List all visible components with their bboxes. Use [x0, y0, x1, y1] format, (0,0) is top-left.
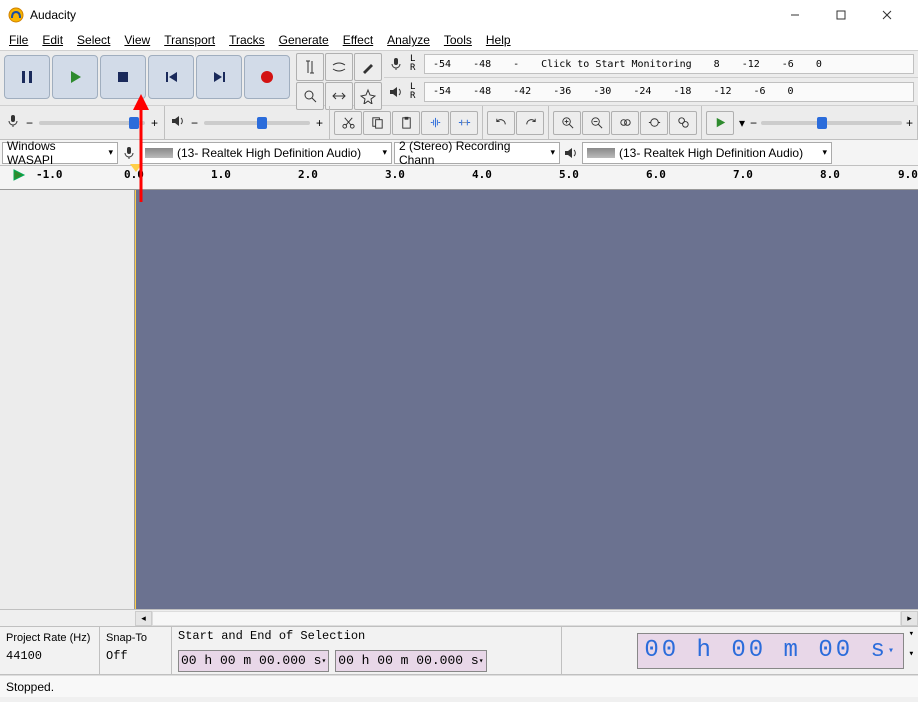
playback-device-combo[interactable]: (13- Realtek High Definition Audio) — [582, 142, 832, 164]
menu-select[interactable]: Select — [70, 32, 117, 48]
waveform-canvas[interactable] — [135, 190, 918, 609]
snap-to-label: Snap-To — [106, 632, 165, 644]
tools-toolbar — [294, 51, 384, 105]
draw-tool[interactable] — [354, 53, 382, 81]
speaker-icon — [562, 146, 580, 160]
recording-device-combo[interactable]: (13- Realtek High Definition Audio) — [140, 142, 392, 164]
menu-file[interactable]: File — [2, 32, 35, 48]
app-icon — [8, 7, 24, 23]
recording-meter-scale[interactable]: -54-48- Click to Start Monitoring 8-12-6… — [424, 54, 914, 74]
recording-meter[interactable]: LR -54-48- Click to Start Monitoring 8-1… — [384, 51, 918, 78]
playback-meter-scale[interactable]: -54-48-42-36-30-24-18-12-60 — [424, 82, 914, 102]
maximize-button[interactable] — [818, 0, 864, 30]
menu-tools[interactable]: Tools — [437, 32, 479, 48]
scroll-right-arrow[interactable]: ▸ — [901, 611, 918, 626]
envelope-tool[interactable] — [325, 53, 353, 81]
paste-button[interactable] — [392, 111, 420, 135]
recording-channels-combo[interactable]: 2 (Stereo) Recording Chann — [394, 142, 560, 164]
playback-meter[interactable]: LR -54-48-42-36-30-24-18-12-60 — [384, 78, 918, 105]
window-title: Audacity — [30, 8, 772, 22]
annotation-arrow-icon — [131, 94, 151, 207]
trim-button[interactable] — [421, 111, 449, 135]
fit-project-button[interactable] — [640, 111, 668, 135]
mic-icon — [386, 57, 406, 71]
menu-edit[interactable]: Edit — [35, 32, 70, 48]
menu-help[interactable]: Help — [479, 32, 518, 48]
menu-transport[interactable]: Transport — [157, 32, 222, 48]
audio-position-display[interactable]: 00 h 00 m 00 s▾ — [637, 633, 904, 669]
horizontal-scrollbar[interactable]: ◂ ▸ — [0, 610, 918, 627]
track-control-panel — [0, 190, 135, 609]
undo-button[interactable] — [487, 111, 515, 135]
record-button[interactable] — [244, 55, 290, 99]
cut-button[interactable] — [334, 111, 362, 135]
copy-button[interactable] — [363, 111, 391, 135]
project-rate-combo[interactable]: 44100 — [6, 649, 96, 669]
menu-bar: File Edit Select View Transport Tracks G… — [0, 30, 918, 50]
redo-button[interactable] — [516, 111, 544, 135]
skip-start-button[interactable] — [148, 55, 194, 99]
speaker-icon — [171, 114, 185, 131]
playback-speed-slider[interactable] — [761, 121, 902, 125]
skip-end-button[interactable] — [196, 55, 242, 99]
track-area[interactable] — [0, 190, 918, 610]
play-button[interactable] — [52, 55, 98, 99]
recording-volume-slider[interactable] — [39, 121, 145, 125]
scroll-left-arrow[interactable]: ◂ — [135, 611, 152, 626]
play-at-speed-button[interactable] — [706, 111, 734, 135]
speaker-icon — [386, 85, 406, 99]
snap-to-combo[interactable]: Off — [106, 649, 164, 669]
selection-toolbar: Project Rate (Hz) 44100 Snap-To Off Star… — [0, 627, 918, 675]
menu-generate[interactable]: Generate — [272, 32, 336, 48]
mic-icon — [6, 114, 20, 131]
selection-mode-combo[interactable]: Start and End of Selection — [178, 629, 554, 649]
zoom-in-button[interactable] — [553, 111, 581, 135]
menu-tracks[interactable]: Tracks — [222, 32, 272, 48]
stop-button[interactable] — [100, 55, 146, 99]
silence-button[interactable] — [450, 111, 478, 135]
playback-volume-slider[interactable] — [204, 121, 310, 125]
zoom-out-button[interactable] — [582, 111, 610, 135]
status-bar: Stopped. — [0, 675, 918, 697]
status-text: Stopped. — [6, 680, 54, 694]
project-rate-label: Project Rate (Hz) — [6, 632, 93, 644]
menu-effect[interactable]: Effect — [336, 32, 380, 48]
selection-start-field[interactable]: 00 h 00 m 00.000 s▾ — [178, 650, 329, 672]
audio-host-combo[interactable]: Windows WASAPI — [2, 142, 118, 164]
close-button[interactable] — [864, 0, 910, 30]
playhead-icon[interactable] — [12, 168, 26, 185]
minimize-button[interactable] — [772, 0, 818, 30]
pause-button[interactable] — [4, 55, 50, 99]
menu-analyze[interactable]: Analyze — [380, 32, 437, 48]
selection-end-field[interactable]: 00 h 00 m 00.000 s▾ — [335, 650, 486, 672]
title-bar: Audacity — [0, 0, 918, 30]
fit-selection-button[interactable] — [611, 111, 639, 135]
selection-tool[interactable] — [296, 53, 324, 81]
menu-view[interactable]: View — [117, 32, 157, 48]
zoom-toggle-button[interactable] — [669, 111, 697, 135]
